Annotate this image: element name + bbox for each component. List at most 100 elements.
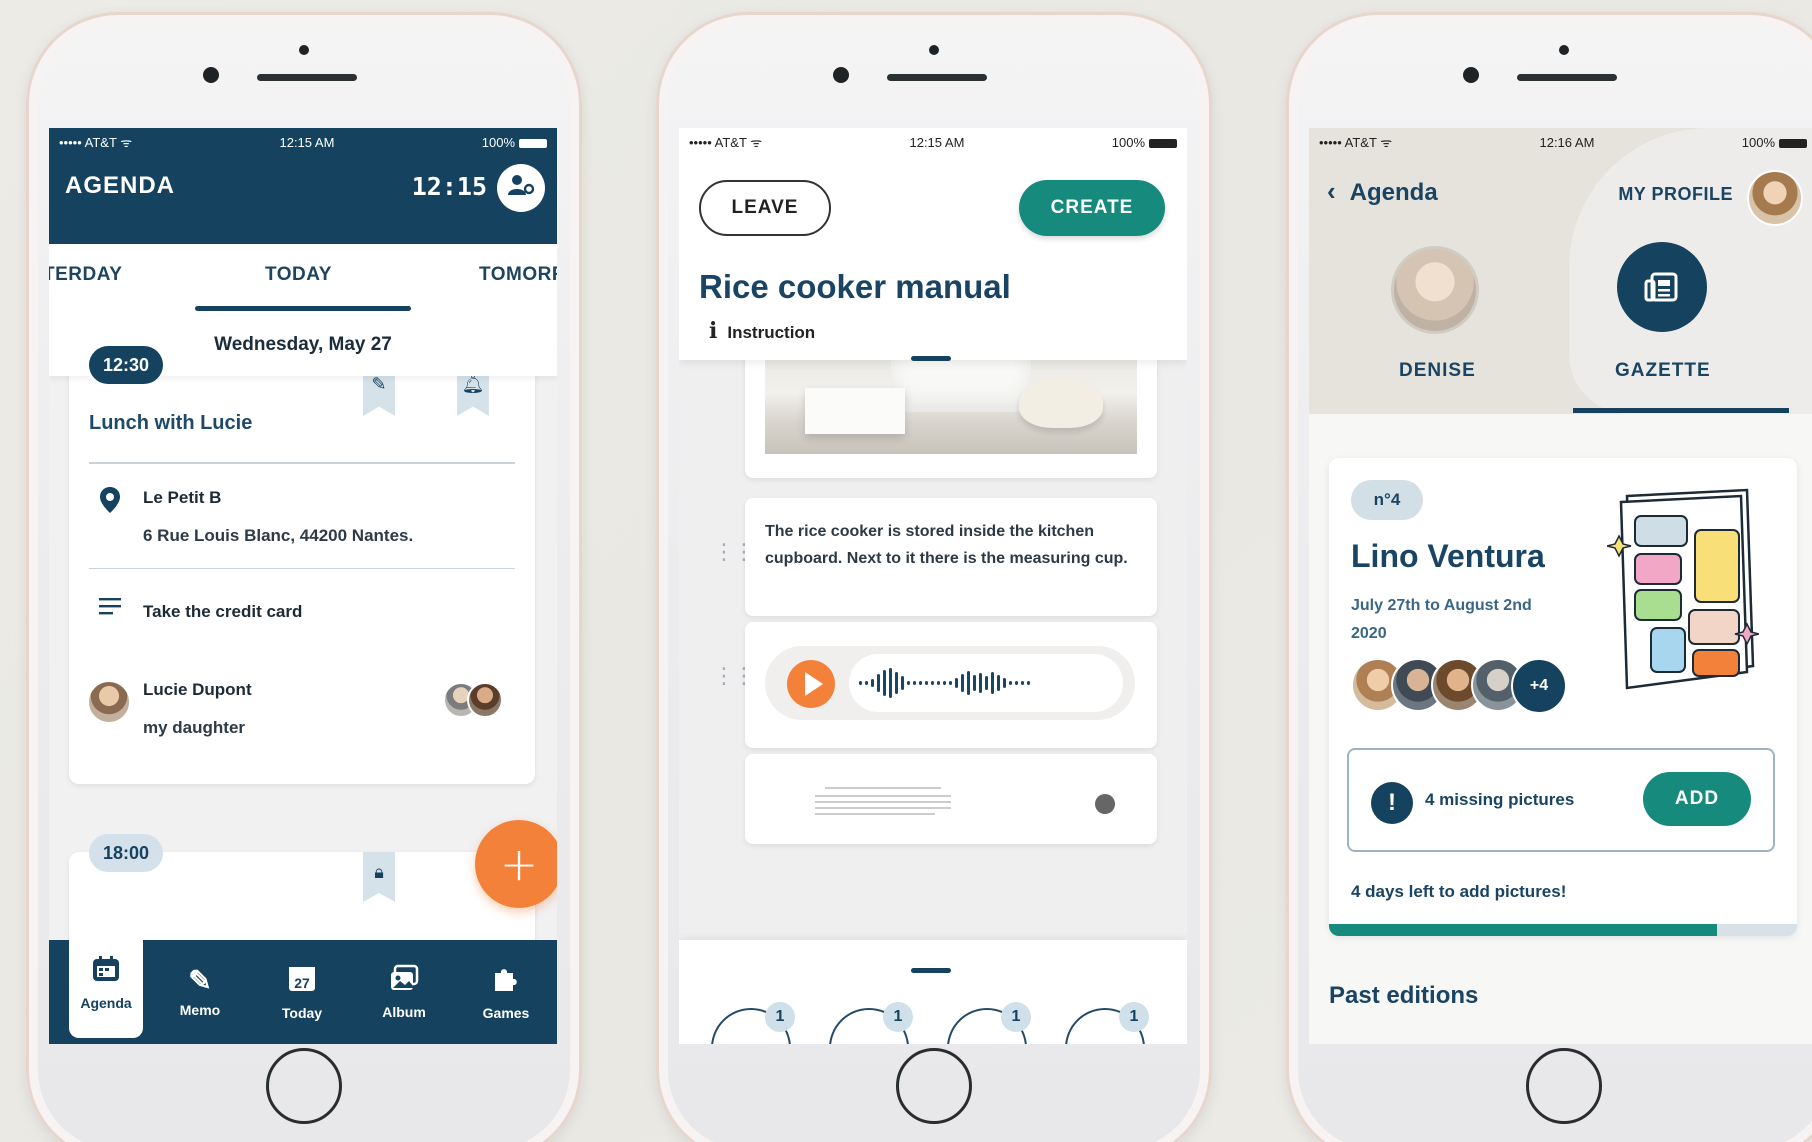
days-left-text: 4 days left to add pictures! (1351, 882, 1567, 901)
status-bar: ••••• AT&T ᯤ 12:15 AM 100% (679, 128, 1187, 156)
waveform-bar (1003, 678, 1006, 688)
calendar-icon (91, 955, 121, 989)
missing-pictures-box: ! 4 missing pictures ADD (1347, 748, 1775, 852)
contact-name: Lucie Dupont (143, 680, 252, 699)
header-clock: 12:15 (411, 172, 487, 201)
phone-editor: ••••• AT&T ᯤ 12:15 AM 100% LEAVE CREATE … (656, 12, 1212, 1142)
phone-sensor (929, 45, 939, 55)
waveform-bar (919, 681, 922, 685)
text-block[interactable]: The rice cooker is stored inside the kit… (745, 498, 1157, 616)
waveform-bar (913, 681, 916, 685)
tab-tomorrow[interactable]: TOMORR (479, 264, 557, 286)
battery-label: 100% (1111, 134, 1145, 150)
lock-badge: 🔒︎ (363, 852, 395, 902)
back-label: Agenda (1349, 179, 1438, 206)
battery-icon (1779, 138, 1807, 148)
waveform-bar (931, 681, 934, 685)
contact-relation: my daughter (143, 718, 246, 737)
progress-fill (1329, 924, 1718, 936)
waveform-bar (925, 681, 928, 685)
profile-avatar[interactable] (1747, 170, 1803, 226)
leave-button[interactable]: LEAVE (699, 180, 831, 236)
home-button[interactable] (896, 1048, 972, 1124)
waveform-bar (895, 672, 898, 694)
tab-yesterday[interactable]: TERDAY (49, 264, 122, 286)
event-time-badge: 18:00 (89, 834, 164, 872)
denise-avatar[interactable] (1391, 246, 1479, 334)
phone-camera (833, 67, 849, 83)
add-photo-tool[interactable]: 1 (829, 1002, 913, 1044)
gazette-edition-card[interactable]: n°4 Lino Ventura July 27th to August 2nd… (1329, 458, 1797, 936)
status-time: 12:16 AM (1539, 134, 1595, 150)
home-button[interactable] (1526, 1048, 1602, 1124)
edit-icon: ✎ (188, 965, 212, 996)
nav-games[interactable]: Games (455, 940, 557, 1044)
chevron-left-icon: ‹ (1327, 176, 1336, 206)
tool-count-badge: 1 (883, 1002, 913, 1032)
tool-count-badge: 1 (765, 1002, 795, 1032)
waveform-bar (907, 681, 910, 685)
status-battery: 100% (1742, 135, 1807, 150)
home-button[interactable] (266, 1048, 342, 1124)
battery-icon (1149, 138, 1177, 148)
waveform-bar (877, 674, 880, 692)
phone-camera (203, 67, 219, 83)
status-carrier: ••••• AT&T ᯤ (689, 135, 763, 150)
tab-today[interactable]: TODAY (265, 264, 332, 286)
phone-gazette: ••••• AT&T ᯤ 12:16 AM 100% ‹ Agenda MY PR… (1286, 12, 1812, 1142)
tool-count-badge: 1 (1119, 1002, 1149, 1032)
add-text-tool[interactable]: 1 (711, 1002, 795, 1044)
scanned-document-icon (765, 754, 1139, 824)
waveform-bar (1021, 681, 1024, 685)
battery-label: 100% (1741, 134, 1775, 150)
nav-label: Games (482, 1005, 530, 1021)
document-title: Rice cooker manual (699, 268, 1011, 305)
status-time: 12:15 AM (279, 134, 335, 150)
tool-count-badge: 1 (1001, 1002, 1031, 1032)
contact-avatar (87, 680, 131, 724)
document-block[interactable] (745, 754, 1157, 844)
photo-box-shape (805, 388, 905, 434)
create-button[interactable]: CREATE (1019, 180, 1165, 236)
edit-icon: ✎ (371, 374, 387, 395)
phone-camera (1463, 67, 1479, 83)
waveform-bar (985, 676, 988, 690)
tab-indicator (1573, 408, 1789, 413)
tab-gazette[interactable]: GAZETTE (1615, 360, 1711, 382)
waveform-bar (997, 675, 1000, 691)
photo-block[interactable] (745, 342, 1157, 478)
my-profile-link[interactable]: MY PROFILE (1618, 184, 1733, 205)
edition-name: Lino Ventura (1351, 538, 1545, 574)
toolbar-indicator (911, 968, 951, 973)
gazette-tab-icon[interactable] (1617, 242, 1707, 332)
header-indicator (911, 356, 951, 361)
nav-label: Agenda (80, 995, 132, 1011)
phone-speaker (887, 74, 987, 81)
photo-bowl-shape (1019, 378, 1103, 428)
waveform-bar (1027, 681, 1030, 685)
audio-block[interactable] (745, 622, 1157, 748)
status-battery: 100% (482, 135, 547, 150)
add-audio-tool[interactable]: 1 (947, 1002, 1031, 1044)
waveform-bar (943, 681, 946, 685)
editor-screen: ••••• AT&T ᯤ 12:15 AM 100% LEAVE CREATE … (679, 128, 1187, 1044)
back-button[interactable]: ‹ Agenda (1327, 176, 1438, 207)
tab-denise[interactable]: DENISE (1399, 360, 1476, 382)
divider (89, 462, 515, 464)
event-card[interactable]: ✎ 🔔︎ Lunch with Lucie Le Petit B 6 Rue L… (69, 364, 535, 784)
nav-agenda[interactable]: Agenda (69, 928, 143, 1038)
add-event-button[interactable]: + (475, 820, 557, 908)
waveform-bar (883, 670, 886, 696)
nav-memo[interactable]: ✎ Memo (149, 940, 251, 1044)
user-settings-button[interactable] (497, 164, 545, 212)
nav-label: Memo (179, 1002, 221, 1018)
add-document-tool[interactable]: 1 (1065, 1002, 1149, 1044)
add-pictures-button[interactable]: ADD (1643, 772, 1751, 826)
phone-speaker (257, 74, 357, 81)
nav-album[interactable]: Album (353, 940, 455, 1044)
play-button[interactable] (787, 660, 835, 708)
album-icon (389, 964, 419, 998)
document-type: i Instruction (709, 318, 815, 344)
nav-today[interactable]: 27 Today (251, 940, 353, 1044)
document-type-label: Instruction (727, 323, 816, 342)
